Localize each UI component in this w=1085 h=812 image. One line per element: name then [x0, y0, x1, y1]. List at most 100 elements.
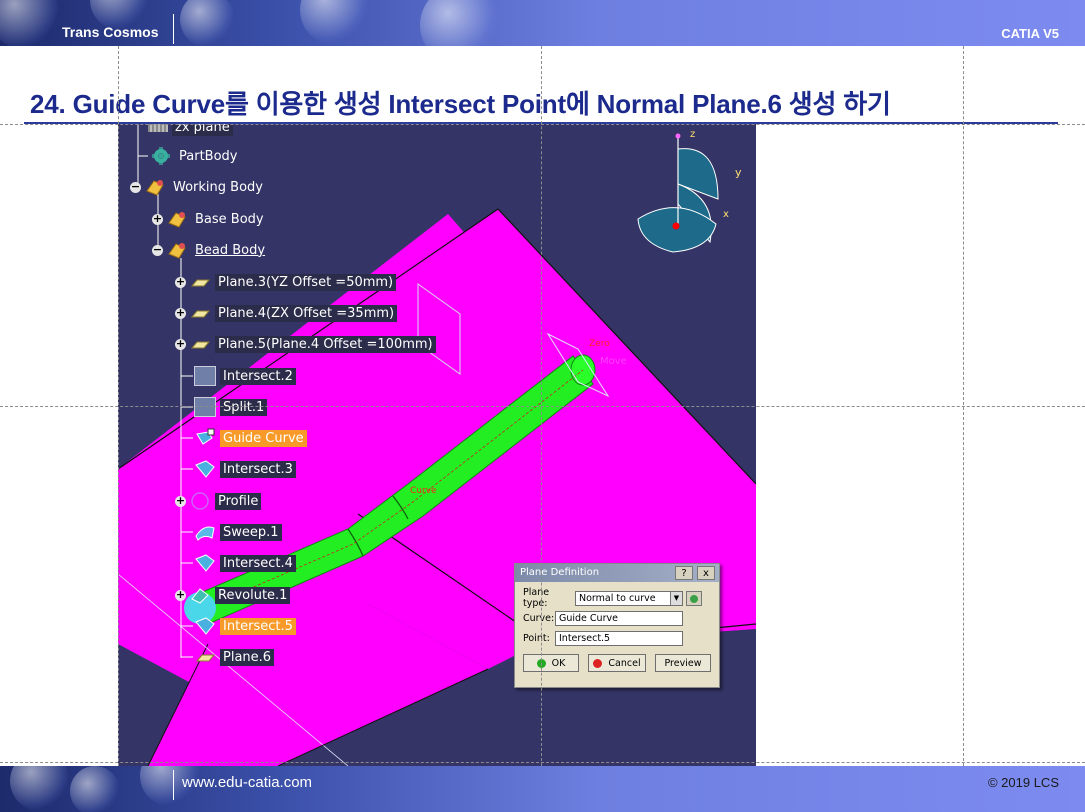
curve-icon — [194, 428, 216, 448]
tree-item-label: Plane.4(ZX Offset =35mm) — [215, 304, 398, 322]
cancel-label: Cancel — [608, 657, 641, 669]
collapse-toggle[interactable]: − — [130, 181, 141, 193]
plane-type-value: Normal to curve — [579, 592, 656, 604]
dialog-titlebar[interactable]: Plane Definition ? x — [515, 564, 719, 582]
tree-item-label: Profile — [215, 492, 262, 510]
expand-toggle[interactable]: + — [175, 589, 186, 601]
guide-line-horizontal — [0, 762, 1085, 763]
plane-icon — [189, 334, 211, 354]
close-button[interactable]: x — [697, 566, 715, 580]
intersect-icon — [194, 553, 216, 573]
tree-item-label: Plane.5(Plane.4 Offset =100mm) — [215, 335, 436, 353]
cancel-icon — [593, 658, 603, 668]
plane-icon — [189, 303, 211, 323]
plane-type-label: Plane type: — [523, 587, 550, 609]
preview-label: Preview — [664, 657, 702, 669]
tree-item-sweep1[interactable]: Sweep.1 — [194, 521, 282, 543]
dialog-body: Plane type: Normal to curve ▼ Curve: Gui… — [515, 582, 719, 678]
gear-body-icon — [150, 146, 172, 166]
preview-button[interactable]: Preview — [655, 654, 711, 672]
tree-item-label: Sweep.1 — [220, 523, 282, 541]
expand-toggle[interactable]: + — [175, 307, 186, 319]
curve-label: Curve: — [523, 612, 555, 624]
cancel-button[interactable]: Cancel — [588, 654, 646, 672]
decor-bubble — [420, 0, 500, 46]
decor-bubble — [180, 0, 235, 46]
tree-item-intersect4[interactable]: Intersect.4 — [194, 552, 296, 574]
tree-item-partbody[interactable]: PartBody — [150, 145, 240, 167]
body-icon — [144, 177, 166, 197]
decor-bubble — [300, 0, 370, 45]
specification-tree: zx plane PartBody − Working Body + Base … — [118, 124, 458, 684]
tree-item-label: Working Body — [173, 179, 263, 195]
split-icon — [194, 397, 216, 417]
tree-item-intersect3[interactable]: Intersect.3 — [194, 458, 296, 480]
tree-item-working-body[interactable]: − Working Body — [130, 176, 266, 198]
dialog-title: Plane Definition — [520, 567, 600, 578]
tree-item-guide-curve[interactable]: Guide Curve — [194, 427, 307, 449]
tree-item-profile[interactable]: + Profile — [175, 490, 262, 512]
point-field[interactable]: Intersect.5 — [555, 630, 683, 646]
help-button[interactable]: ? — [675, 566, 693, 580]
tree-item-split1[interactable]: Split.1 — [194, 396, 268, 418]
tree-item-label: Bead Body — [195, 242, 266, 258]
intersect-icon — [194, 366, 216, 386]
circle-profile-icon — [189, 491, 211, 511]
guide-line-vertical — [118, 46, 119, 766]
product-name: CATIA V5 — [1001, 26, 1059, 41]
decor-bubble — [0, 0, 60, 46]
plane-type-lock-button[interactable] — [686, 590, 702, 606]
intersect-icon — [194, 459, 216, 479]
tree-item-plane3[interactable]: + Plane.3(YZ Offset =50mm) — [175, 271, 397, 293]
tree-item-label: Intersect.4 — [220, 554, 296, 572]
header-divider — [173, 14, 174, 44]
guide-line-vertical — [963, 46, 964, 766]
curve-row: Curve: Guide Curve — [523, 608, 711, 628]
zero-annotation: Zero — [589, 339, 610, 349]
move-annotation: Move — [600, 356, 627, 367]
website-url[interactable]: www.edu-catia.com — [182, 774, 312, 791]
dialog-buttons: OK Cancel Preview — [523, 654, 711, 672]
expand-toggle[interactable]: + — [175, 338, 186, 350]
body-icon — [166, 240, 188, 260]
slide: Trans Cosmos CATIA V5 24. Guide Curve를 이… — [0, 0, 1085, 812]
ok-label: OK — [551, 657, 566, 669]
copyright: © 2019 LCS — [987, 775, 1059, 790]
point-label: Point: — [523, 632, 550, 644]
tree-item-intersect2[interactable]: Intersect.2 — [194, 365, 296, 387]
ok-button[interactable]: OK — [523, 654, 579, 672]
plane-icon — [189, 272, 211, 292]
tree-item-plane6[interactable]: Plane.6 — [194, 646, 275, 668]
guide-line-horizontal — [0, 406, 1085, 407]
tree-item-label: Revolute.1 — [215, 586, 291, 604]
tree-item-revolute1[interactable]: + Revolute.1 — [175, 584, 291, 606]
expand-toggle[interactable]: + — [175, 495, 186, 507]
tree-item-zx-plane[interactable]: zx plane — [148, 124, 233, 138]
decor-bubble — [70, 766, 120, 812]
tree-item-plane4[interactable]: + Plane.4(ZX Offset =35mm) — [175, 302, 398, 324]
plane-type-select[interactable]: Normal to curve ▼ — [575, 590, 683, 606]
tree-item-plane5[interactable]: + Plane.5(Plane.4 Offset =100mm) — [175, 333, 436, 355]
body-icon — [166, 209, 188, 229]
footer-bar — [0, 766, 1085, 812]
expand-toggle[interactable]: + — [175, 276, 186, 288]
compass-x-label: x — [723, 209, 729, 220]
tree-item-label: Base Body — [195, 211, 264, 227]
compass-y-label: y — [735, 166, 742, 179]
decor-bubble — [10, 766, 70, 811]
plane-icon — [148, 124, 168, 132]
expand-toggle[interactable]: + — [152, 213, 163, 225]
gear-icon — [690, 594, 698, 603]
point-row: Point: Intersect.5 — [523, 628, 711, 648]
chevron-down-icon[interactable]: ▼ — [670, 591, 682, 605]
tree-item-bead-body[interactable]: − Bead Body — [152, 239, 268, 261]
guide-line-horizontal — [0, 124, 1085, 125]
tree-item-base-body[interactable]: + Base Body — [152, 208, 267, 230]
tree-item-intersect5[interactable]: Intersect.5 — [194, 615, 296, 637]
curve-field[interactable]: Guide Curve — [555, 610, 683, 626]
plane-definition-dialog: Plane Definition ? x Plane type: Normal … — [514, 563, 720, 688]
collapse-toggle[interactable]: − — [152, 244, 163, 256]
tree-item-label: Intersect.5 — [220, 617, 296, 635]
tree-item-label: Guide Curve — [220, 429, 307, 447]
plane-type-row: Plane type: Normal to curve ▼ — [523, 587, 711, 609]
